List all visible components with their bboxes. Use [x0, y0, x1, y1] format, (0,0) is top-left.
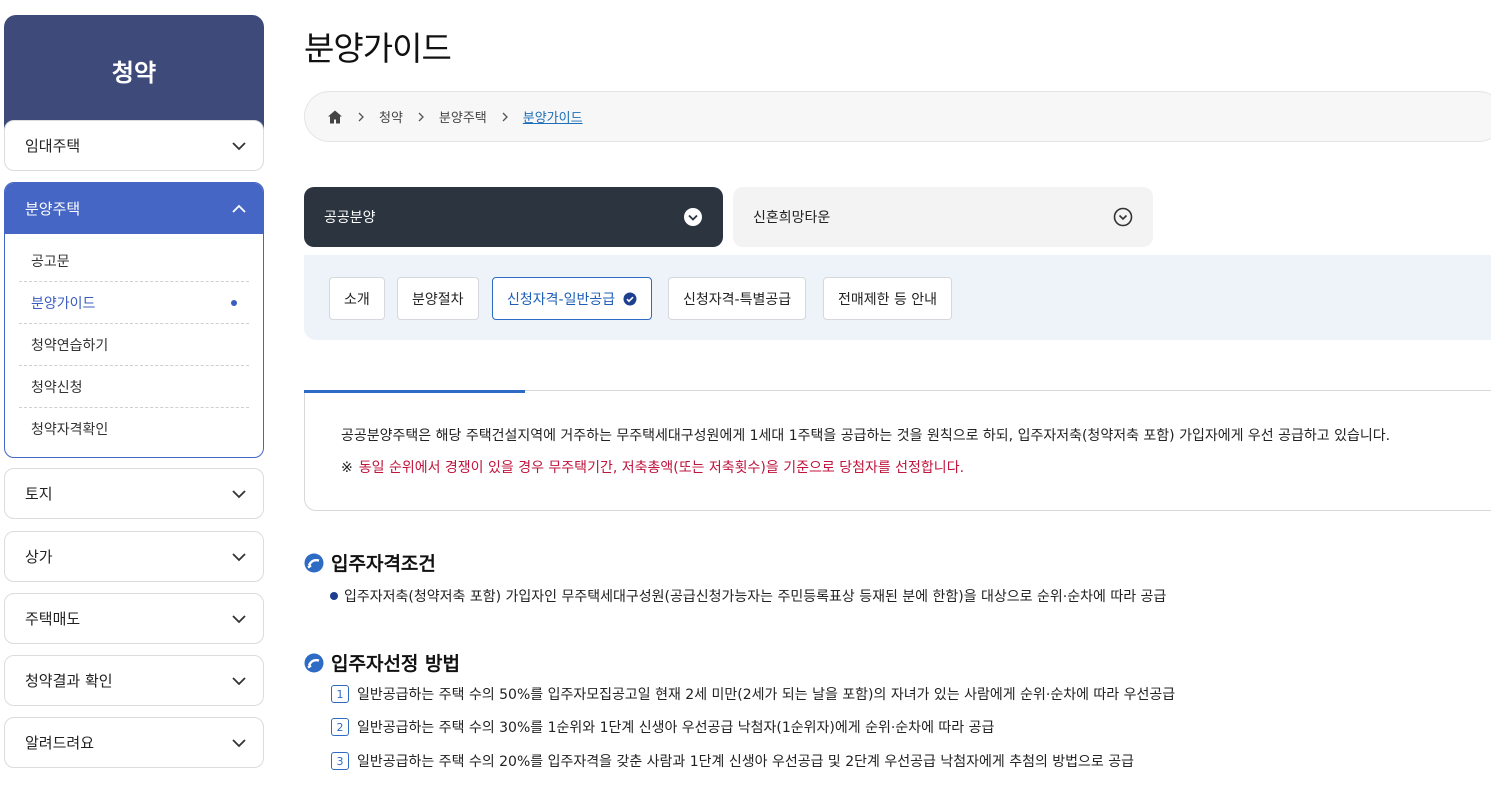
- list-item-text: 일반공급하는 주택 수의 30%를 1순위와 1단계 신생아 우선공급 낙첨자(…: [357, 720, 995, 736]
- sidebar-item-result-check[interactable]: 청약결과 확인: [4, 655, 264, 706]
- submenu-item-sale-guide[interactable]: 분양가이드: [19, 282, 249, 324]
- number-badge: 3: [331, 752, 349, 770]
- circle-chevron-down-icon: [684, 208, 702, 226]
- breadcrumb-item[interactable]: 분양주택: [439, 107, 487, 126]
- tab-eligibility-general[interactable]: 신청자격-일반공급: [492, 277, 653, 320]
- active-dot-icon: [231, 299, 237, 306]
- section-title-eligibility: 입주자격조건: [304, 549, 436, 576]
- submenu-item-eligibility-check[interactable]: 청약자격확인: [19, 408, 249, 450]
- submenu-label: 청약자격확인: [31, 422, 109, 438]
- info-box: 공공분양주택은 해당 주택건설지역에 거주하는 무주택세대구성원에게 1세대 1…: [304, 390, 1491, 511]
- sidebar-item-label: 알려드려요: [25, 734, 95, 752]
- sidebar-item-label: 분양주택: [25, 200, 81, 218]
- list-item: 3 일반공급하는 주택 수의 20%를 입주자격을 갖춘 사람과 1단계 신생아…: [331, 751, 1134, 771]
- tab-label: 소개: [344, 291, 370, 308]
- sidebar-item-rental-housing[interactable]: 임대주택: [4, 120, 264, 171]
- submenu-label: 청약연습하기: [31, 337, 109, 354]
- notice-text: 동일 순위에서 경쟁이 있을 경우 무주택기간, 저축총액(또는 저축횟수)을 …: [358, 460, 965, 476]
- chevron-right-icon: [418, 112, 424, 121]
- list-item-text: 일반공급하는 주택 수의 50%를 입주자모집공고일 현재 2세 미만(2세가 …: [357, 687, 1176, 703]
- chevron-right-icon: [502, 112, 508, 121]
- submenu-item-practice[interactable]: 청약연습하기: [19, 324, 249, 366]
- section-title-text: 입주자선정 방법: [331, 653, 460, 675]
- list-item: 입주자저축(청약저축 포함) 가입자인 무주택세대구성원(공급신청가능자는 주민…: [330, 586, 1166, 606]
- sidebar-header: 청약: [4, 15, 264, 133]
- notice-mark: ※: [341, 460, 353, 476]
- chevron-down-icon: [232, 614, 246, 623]
- category-select-public-sale[interactable]: 공공분양: [304, 187, 723, 247]
- tab-resale-restriction[interactable]: 전매제한 등 안내: [823, 277, 953, 320]
- sidebar-item-announcements[interactable]: 알려드려요: [4, 717, 264, 768]
- chevron-up-icon: [232, 204, 246, 213]
- bullet-icon: [330, 592, 338, 600]
- sidebar-item-label: 상가: [25, 548, 53, 566]
- sidebar-submenu: 공고문 분양가이드 청약연습하기 청약신청 청약자격확인: [5, 234, 263, 450]
- tab-panel: 소개 분양절차 신청자격-일반공급 신청자격-특별공급 전매제한 등 안내: [304, 255, 1491, 340]
- section-circle-icon: [304, 553, 324, 572]
- submenu-label: 분양가이드: [31, 295, 96, 312]
- list-item-text: 입주자저축(청약저축 포함) 가입자인 무주택세대구성원(공급신청가능자는 주민…: [344, 589, 1167, 605]
- breadcrumb-current[interactable]: 분양가이드: [523, 107, 583, 126]
- tab-label: 신청자격-일반공급: [507, 291, 616, 308]
- sidebar-item-sale-housing[interactable]: 분양주택: [5, 183, 263, 234]
- category-select-newlywed-town[interactable]: 신혼희망타운: [733, 187, 1153, 247]
- sidebar: 청약 임대주택 분양주택 공고문 분양가이드 청약연습하기 청약신청 청약자격확…: [4, 15, 264, 768]
- select-value: 신혼희망타운: [753, 210, 831, 226]
- chevron-down-icon: [232, 141, 246, 150]
- section-title-selection-method: 입주자선정 방법: [304, 649, 460, 676]
- number-badge: 1: [331, 685, 349, 703]
- circle-chevron-down-icon: [1113, 207, 1133, 227]
- info-text: 공공분양주택은 해당 주택건설지역에 거주하는 무주택세대구성원에게 1세대 1…: [341, 428, 1391, 444]
- chevron-down-icon: [232, 489, 246, 498]
- section-circle-icon: [304, 653, 324, 672]
- chevron-down-icon: [232, 738, 246, 747]
- tab-label: 분양절차: [412, 291, 464, 308]
- sidebar-item-housing-sale[interactable]: 주택매도: [4, 593, 264, 644]
- sidebar-item-label: 청약결과 확인: [25, 672, 113, 690]
- chevron-down-icon: [232, 552, 246, 561]
- submenu-item-apply[interactable]: 청약신청: [19, 366, 249, 408]
- sidebar-title: 청약: [111, 59, 157, 87]
- select-value: 공공분양: [324, 210, 376, 226]
- submenu-label: 공고문: [31, 253, 70, 270]
- chevron-right-icon: [358, 112, 364, 121]
- tab-label: 신청자격-특별공급: [683, 291, 792, 308]
- info-accent-bar: [304, 390, 525, 393]
- list-item: 2 일반공급하는 주택 수의 30%를 1순위와 1단계 신생아 우선공급 낙첨…: [331, 717, 994, 737]
- chevron-down-icon: [232, 676, 246, 685]
- sidebar-item-land[interactable]: 토지: [4, 468, 264, 519]
- tab-eligibility-special[interactable]: 신청자격-특별공급: [668, 277, 807, 320]
- home-icon[interactable]: [327, 109, 343, 125]
- tab-intro[interactable]: 소개: [329, 277, 385, 320]
- page-title: 분양가이드: [304, 29, 452, 68]
- sidebar-item-label: 토지: [25, 485, 53, 503]
- breadcrumb: 청약 분양주택 분양가이드: [304, 91, 1491, 142]
- submenu-item-notice[interactable]: 공고문: [19, 240, 249, 282]
- tab-label: 전매제한 등 안내: [838, 291, 938, 308]
- sidebar-item-shop[interactable]: 상가: [4, 531, 264, 582]
- info-notice: ※ 동일 순위에서 경쟁이 있을 경우 무주택기간, 저축총액(또는 저축횟수)을…: [341, 457, 964, 477]
- tab-sale-procedure[interactable]: 분양절차: [397, 277, 479, 320]
- number-badge: 2: [331, 718, 349, 736]
- check-circle-icon: [623, 292, 637, 305]
- sidebar-group-sale-housing: 분양주택 공고문 분양가이드 청약연습하기 청약신청 청약자격확인: [4, 182, 264, 458]
- list-item-text: 일반공급하는 주택 수의 20%를 입주자격을 갖춘 사람과 1단계 신생아 우…: [357, 754, 1135, 770]
- section-title-text: 입주자격조건: [331, 553, 436, 575]
- list-item: 1 일반공급하는 주택 수의 50%를 입주자모집공고일 현재 2세 미만(2세…: [331, 684, 1175, 704]
- sidebar-item-label: 주택매도: [25, 610, 81, 628]
- sidebar-item-label: 임대주택: [25, 137, 81, 155]
- submenu-label: 청약신청: [31, 379, 83, 396]
- breadcrumb-item[interactable]: 청약: [379, 107, 403, 126]
